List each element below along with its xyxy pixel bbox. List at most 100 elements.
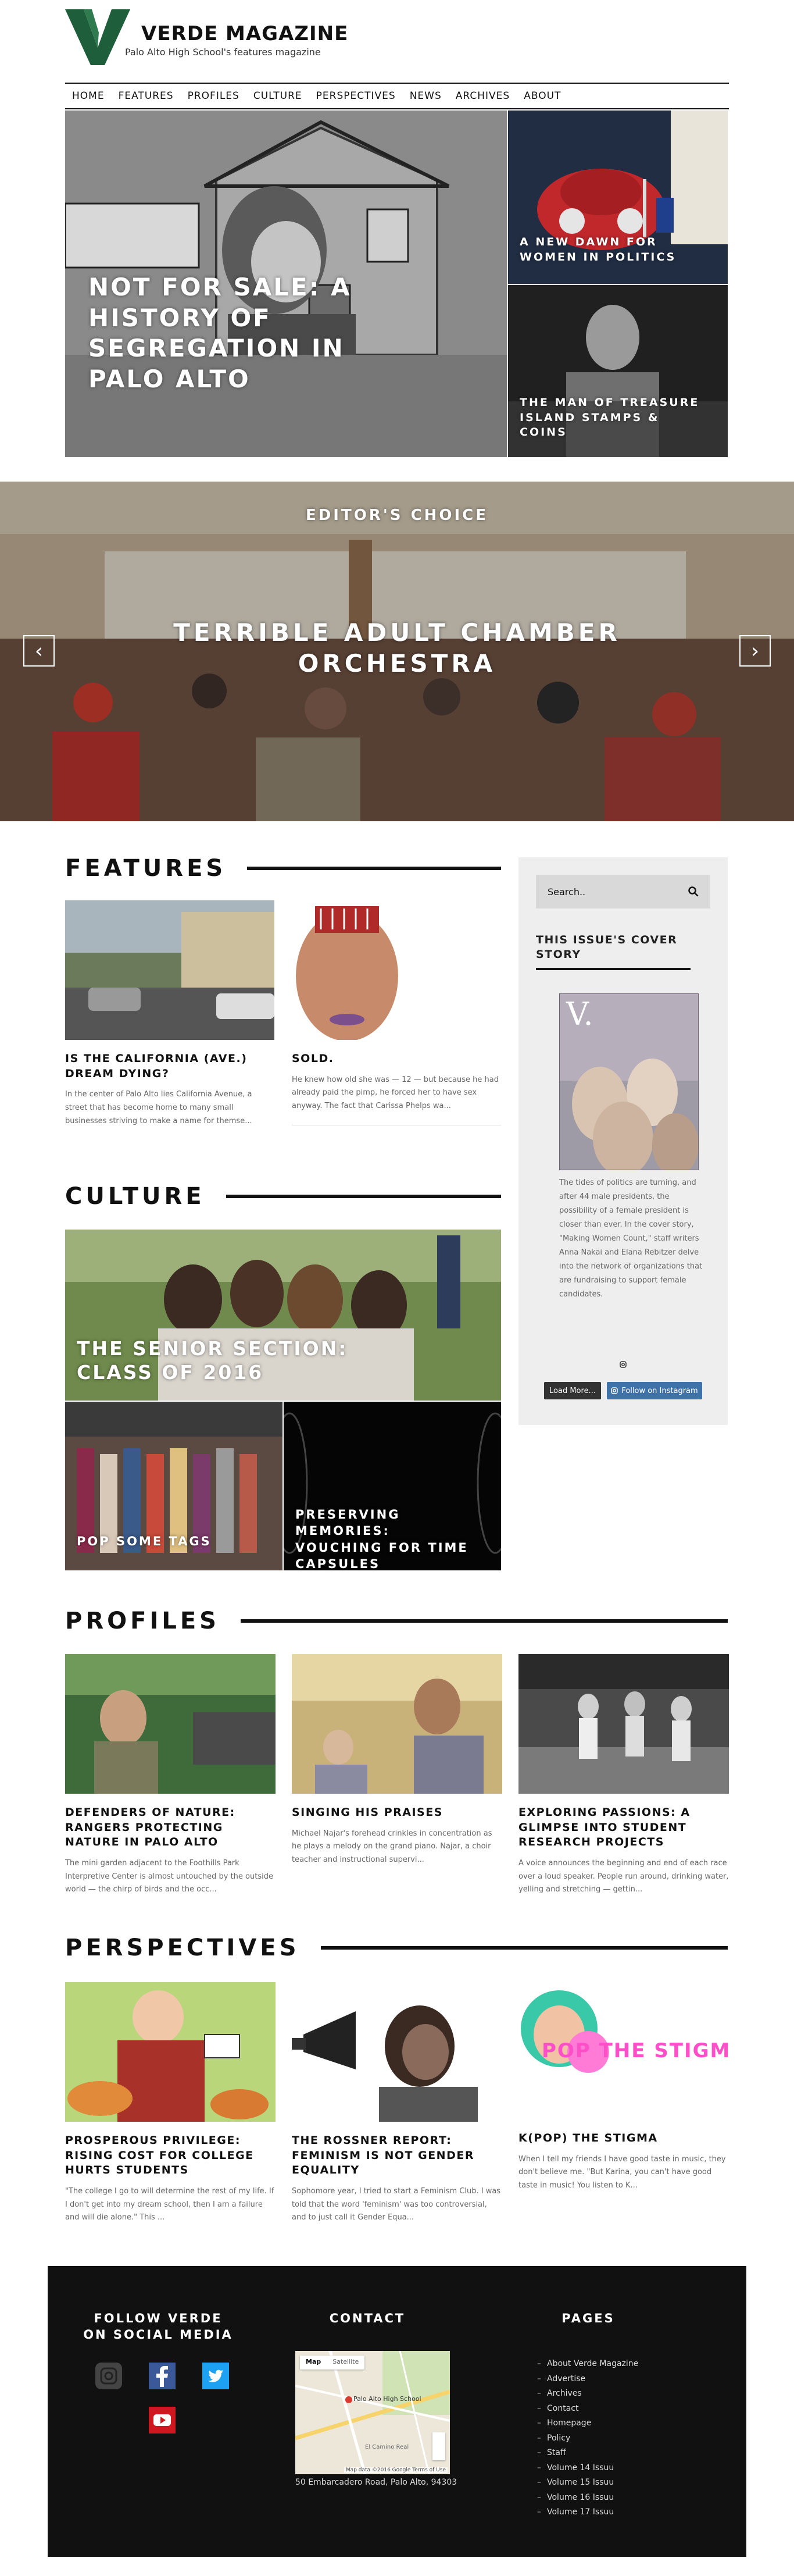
profile-card-title[interactable]: EXPLORING PASSIONS: A GLIMPSE INTO STUDE… bbox=[518, 1805, 729, 1850]
site-subtitle: Palo Alto High School's features magazin… bbox=[125, 47, 321, 58]
profile-card[interactable]: SINGING HIS PRAISES Michael Najar's fore… bbox=[292, 1654, 502, 1867]
page-link[interactable]: About Verde Magazine bbox=[537, 2357, 711, 2372]
perspective-card[interactable]: THE ROSSNER REPORT: FEMINISM IS NOT GEND… bbox=[292, 1982, 502, 2225]
profiles-heading[interactable]: PROFILES bbox=[65, 1608, 220, 1634]
hero-main-title[interactable]: NOT FOR SALE: A HISTORY OF SEGREGATION I… bbox=[88, 272, 391, 394]
profile-card-title[interactable]: SINGING HIS PRAISES bbox=[292, 1805, 502, 1820]
hero-top-right-title[interactable]: A NEW DAWN FOR WOMEN IN POLITICS bbox=[520, 235, 706, 265]
profile-card-excerpt: The mini garden adjacent to the Foothill… bbox=[65, 1858, 273, 1894]
culture-right-title[interactable]: PRESERVING MEMORIES: VOUCHING FOR TIME C… bbox=[295, 1506, 481, 1570]
page-link[interactable]: Volume 15 Issuu bbox=[537, 2475, 711, 2491]
nav-profiles[interactable]: PROFILES bbox=[181, 90, 246, 102]
page-link[interactable]: Advertise bbox=[537, 2372, 711, 2387]
perspective-card-title[interactable]: PROSPEROUS PRIVILEGE: RISING COST FOR CO… bbox=[65, 2133, 276, 2178]
page-link[interactable]: Homepage bbox=[537, 2416, 711, 2431]
hero-top-right-story[interactable]: A NEW DAWN FOR WOMEN IN POLITICS bbox=[508, 111, 728, 284]
profiles-header: PROFILES bbox=[65, 1608, 728, 1634]
page-link[interactable]: Staff bbox=[537, 2446, 711, 2461]
section-rule bbox=[240, 1619, 728, 1623]
perspective-card-image: POP THE STIGMA bbox=[518, 1982, 729, 2122]
page-link[interactable]: Archives bbox=[537, 2386, 711, 2402]
map-tab-map[interactable]: Map bbox=[300, 2356, 327, 2370]
slider-prev-button[interactable]: ‹ bbox=[23, 635, 55, 667]
page-link[interactable]: Volume 17 Issuu bbox=[537, 2505, 711, 2520]
page-link[interactable]: Volume 14 Issuu bbox=[537, 2461, 711, 2476]
hero-main-story[interactable]: NOT FOR SALE: A HISTORY OF SEGREGATION I… bbox=[65, 111, 507, 457]
profile-card[interactable]: DEFENDERS OF NATURE: RANGERS PROTECTING … bbox=[65, 1654, 276, 1897]
twitter-link[interactable] bbox=[201, 2361, 230, 2390]
perspectives-heading[interactable]: PERSPECTIVES bbox=[65, 1934, 300, 1961]
culture-main-title[interactable]: THE SENIOR SECTION: CLASS OF 2016 bbox=[77, 1337, 402, 1385]
features-heading[interactable]: FEATURES bbox=[65, 855, 226, 882]
culture-right-story[interactable]: PRESERVING MEMORIES: VOUCHING FOR TIME C… bbox=[284, 1402, 501, 1570]
instagram-icon bbox=[611, 1387, 618, 1394]
nav-culture[interactable]: CULTURE bbox=[246, 90, 309, 102]
perspective-card-image bbox=[292, 1982, 502, 2122]
instagram-mini-icon bbox=[620, 1361, 627, 1368]
banner-title[interactable]: TERRIBLE ADULT CHAMBER ORCHESTRA bbox=[164, 618, 630, 679]
culture-main-story[interactable]: THE SENIOR SECTION: CLASS OF 2016 bbox=[65, 1230, 501, 1401]
profile-card-excerpt: A voice announces the beginning and end … bbox=[518, 1858, 729, 1894]
facebook-icon bbox=[149, 2363, 176, 2389]
site-title[interactable]: VERDE MAGAZINE bbox=[141, 22, 348, 45]
sidebar-rule bbox=[536, 968, 691, 970]
youtube-icon bbox=[149, 2407, 176, 2434]
follow-instagram-label: Follow on Instagram bbox=[621, 1386, 698, 1395]
editors-choice-slider[interactable]: EDITOR'S CHOICE TERRIBLE ADULT CHAMBER O… bbox=[0, 482, 794, 821]
map-street-label: El Camino Real bbox=[365, 2444, 409, 2450]
culture-heading[interactable]: CULTURE bbox=[65, 1183, 205, 1210]
profile-card-excerpt: Michael Najar's forehead crinkles in con… bbox=[292, 1829, 492, 1865]
map-type-toggle: Map Satellite bbox=[300, 2356, 365, 2370]
feature-card[interactable]: IS THE CALIFORNIA (AVE.) DREAM DYING? In… bbox=[65, 900, 274, 1128]
search-icon[interactable] bbox=[688, 886, 699, 897]
map-zoom-control[interactable] bbox=[432, 2432, 445, 2460]
cover-logo-letter: V. bbox=[566, 996, 593, 1032]
contact-address: 50 Embarcadero Road, Palo Alto, 94303 bbox=[295, 2478, 457, 2487]
profile-card-image bbox=[65, 1654, 276, 1794]
nav-about[interactable]: ABOUT bbox=[517, 90, 568, 102]
instagram-icon bbox=[95, 2363, 122, 2389]
hero-bottom-right-story[interactable]: THE MAN OF TREASURE ISLAND STAMPS & COIN… bbox=[508, 285, 728, 457]
page-link[interactable]: Contact bbox=[537, 2402, 711, 2417]
perspective-card-excerpt: "The college I go to will determine the … bbox=[65, 2186, 274, 2222]
slider-next-button[interactable]: › bbox=[739, 635, 771, 667]
load-more-button[interactable]: Load More... bbox=[544, 1382, 601, 1399]
page-link[interactable]: Policy bbox=[537, 2431, 711, 2446]
contact-map[interactable]: Map Satellite Palo Alto High School El C… bbox=[295, 2351, 450, 2474]
features-header: FEATURES bbox=[65, 855, 501, 882]
nav-perspectives[interactable]: PERSPECTIVES bbox=[309, 90, 403, 102]
perspective-card[interactable]: PROSPEROUS PRIVILEGE: RISING COST FOR CO… bbox=[65, 1982, 276, 2225]
verde-logo-icon[interactable] bbox=[65, 9, 130, 65]
instagram-link[interactable] bbox=[94, 2361, 123, 2390]
profile-card-image bbox=[518, 1654, 729, 1794]
facebook-link[interactable] bbox=[148, 2361, 177, 2390]
main-nav: HOME FEATURES PROFILES CULTURE PERSPECTI… bbox=[65, 83, 729, 109]
nav-home[interactable]: HOME bbox=[65, 90, 112, 102]
perspective-card[interactable]: POP THE STIGMA K(POP) THE STIGMA When I … bbox=[518, 1982, 729, 2193]
search-input[interactable]: Search.. bbox=[536, 875, 710, 908]
culture-left-title[interactable]: POP SOME TAGS bbox=[77, 1533, 274, 1549]
nav-news[interactable]: NEWS bbox=[403, 90, 449, 102]
perspective-card-excerpt: When I tell my friends I have good taste… bbox=[518, 2154, 726, 2190]
twitter-icon bbox=[202, 2363, 229, 2389]
perspective-card-title[interactable]: THE ROSSNER REPORT: FEMINISM IS NOT GEND… bbox=[292, 2133, 502, 2178]
hero-bottom-right-title[interactable]: THE MAN OF TREASURE ISLAND STAMPS & COIN… bbox=[520, 396, 706, 440]
profile-card[interactable]: EXPLORING PASSIONS: A GLIMPSE INTO STUDE… bbox=[518, 1654, 729, 1897]
feature-card[interactable]: SOLD. He knew how old she was — 12 — but… bbox=[292, 900, 501, 1125]
youtube-link[interactable] bbox=[148, 2406, 177, 2435]
nav-features[interactable]: FEATURES bbox=[112, 90, 181, 102]
map-tab-satellite[interactable]: Satellite bbox=[327, 2356, 364, 2370]
follow-instagram-button[interactable]: Follow on Instagram bbox=[607, 1382, 702, 1399]
feature-card-excerpt: In the center of Palo Alto lies Californ… bbox=[65, 1090, 252, 1125]
page-link[interactable]: Volume 16 Issuu bbox=[537, 2491, 711, 2506]
chevron-right-icon: › bbox=[750, 639, 760, 663]
perspective-card-title[interactable]: K(POP) THE STIGMA bbox=[518, 2131, 729, 2146]
contact-heading: CONTACT bbox=[329, 2311, 406, 2325]
nav-archives[interactable]: ARCHIVES bbox=[449, 90, 517, 102]
culture-left-story[interactable]: POP SOME TAGS bbox=[65, 1402, 282, 1570]
feature-card-title[interactable]: SOLD. bbox=[292, 1052, 501, 1067]
culture-header: CULTURE bbox=[65, 1183, 501, 1210]
chevron-left-icon: ‹ bbox=[34, 639, 44, 663]
profile-card-title[interactable]: DEFENDERS OF NATURE: RANGERS PROTECTING … bbox=[65, 1805, 276, 1850]
feature-card-title[interactable]: IS THE CALIFORNIA (AVE.) DREAM DYING? bbox=[65, 1052, 274, 1081]
